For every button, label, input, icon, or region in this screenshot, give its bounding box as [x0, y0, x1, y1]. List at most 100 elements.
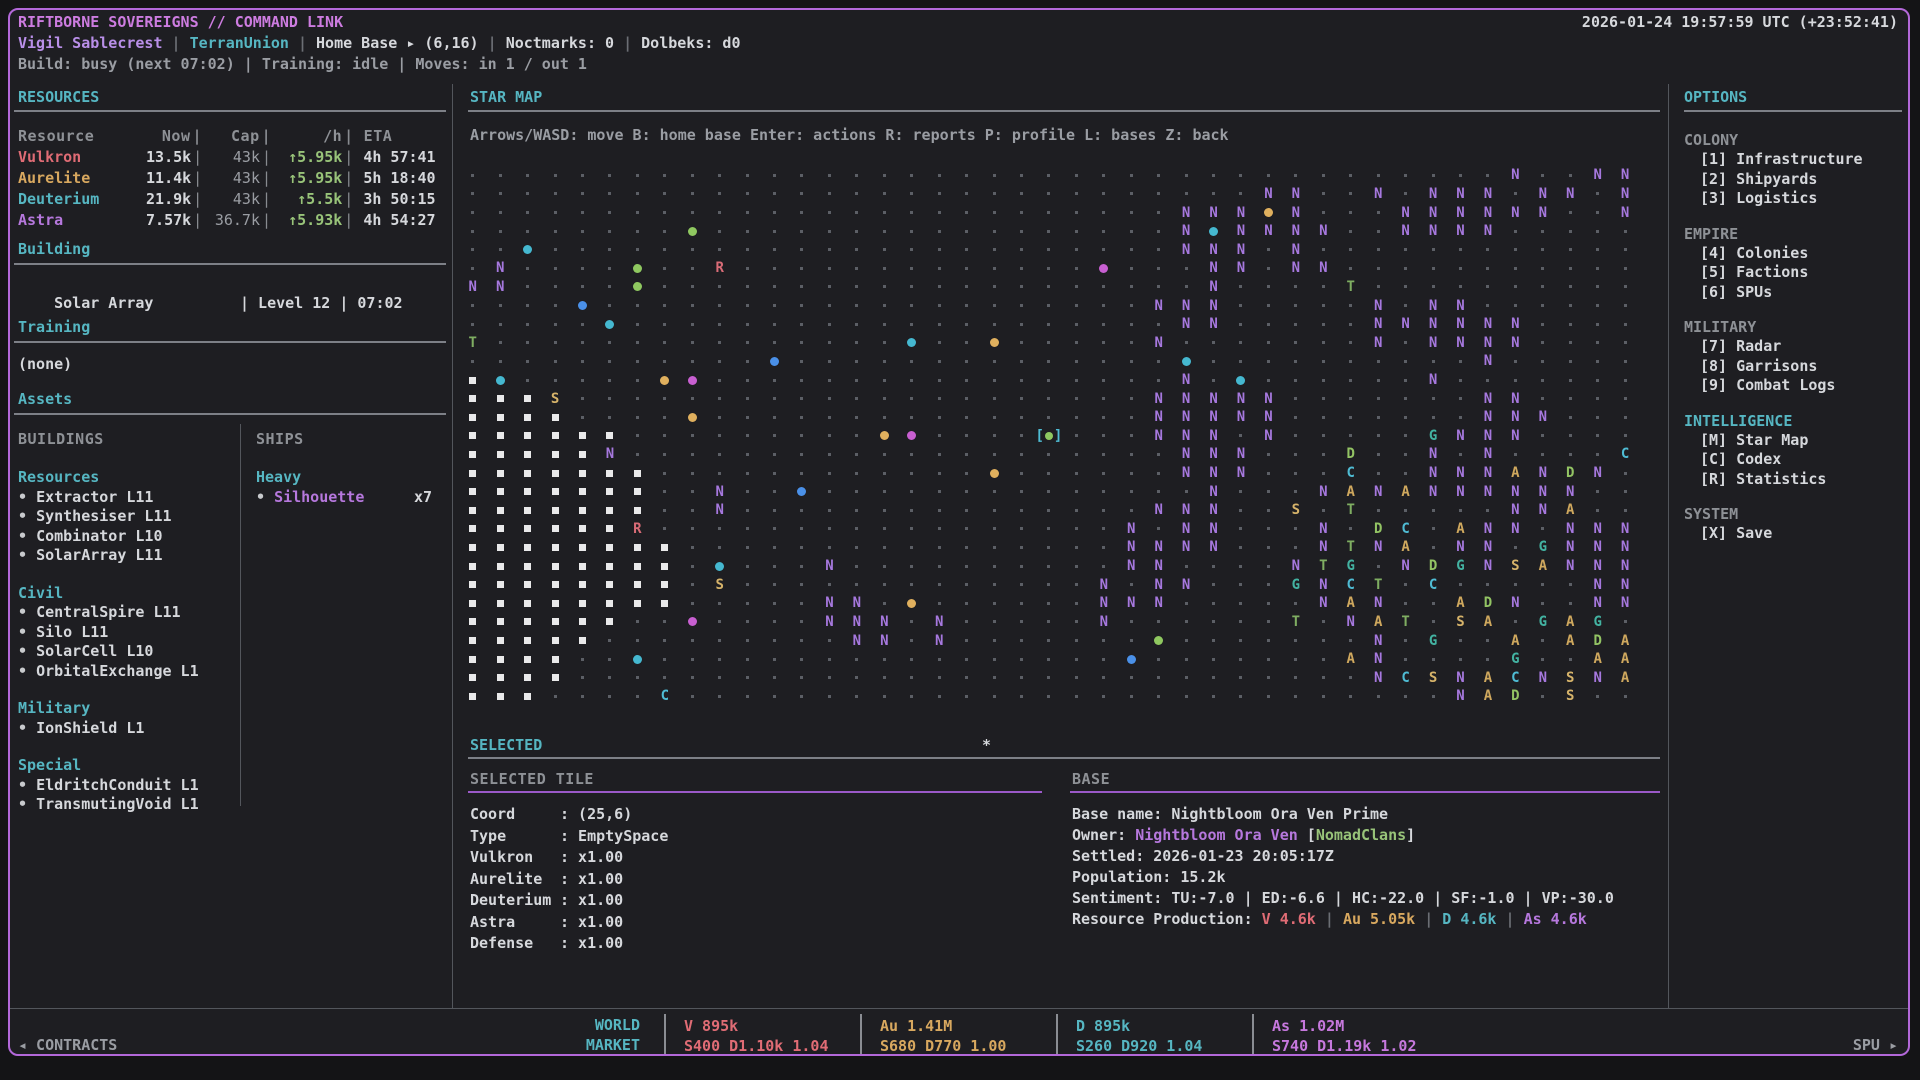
map-cell[interactable] [1255, 315, 1282, 334]
map-cell[interactable]: N [1172, 427, 1199, 446]
map-cell[interactable] [624, 222, 651, 241]
map-cell[interactable] [1227, 631, 1254, 650]
map-cell[interactable] [1392, 631, 1419, 650]
map-cell[interactable] [953, 427, 980, 446]
map-cell[interactable] [1611, 278, 1638, 297]
map-cell[interactable] [486, 668, 513, 687]
map-cell[interactable] [596, 668, 623, 687]
map-cell[interactable] [1282, 371, 1309, 390]
map-cell[interactable]: T [459, 333, 486, 352]
map-cell[interactable] [486, 185, 513, 204]
map-cell[interactable] [898, 594, 925, 613]
map-cell[interactable] [1447, 371, 1474, 390]
map-cell[interactable] [679, 408, 706, 427]
map-cell[interactable] [925, 445, 952, 464]
map-cell[interactable]: N [1529, 482, 1556, 501]
map-cell[interactable] [486, 389, 513, 408]
map-cell[interactable]: N [1200, 389, 1227, 408]
map-cell[interactable] [788, 557, 815, 576]
map-cell[interactable]: A [1502, 631, 1529, 650]
map-cell[interactable] [1392, 427, 1419, 446]
map-cell[interactable] [624, 613, 651, 632]
map-cell[interactable] [871, 427, 898, 446]
map-cell[interactable] [1227, 613, 1254, 632]
map-cell[interactable]: S [1557, 687, 1584, 706]
menu-item-garrisons[interactable]: [8] Garrisons [1684, 357, 1909, 377]
map-cell[interactable] [569, 445, 596, 464]
map-cell[interactable] [843, 352, 870, 371]
map-cell[interactable] [1008, 668, 1035, 687]
map-cell[interactable]: R [624, 520, 651, 539]
map-cell[interactable] [1145, 203, 1172, 222]
map-cell[interactable]: N [1145, 333, 1172, 352]
map-cell[interactable]: C [1419, 575, 1446, 594]
map-cell[interactable] [761, 389, 788, 408]
map-cell[interactable] [1584, 296, 1611, 315]
map-cell[interactable] [1392, 296, 1419, 315]
map-cell[interactable] [1008, 240, 1035, 259]
map-cell[interactable] [816, 482, 843, 501]
map-cell[interactable] [1200, 613, 1227, 632]
map-cell[interactable] [1227, 185, 1254, 204]
map-cell[interactable] [651, 203, 678, 222]
map-cell[interactable] [1474, 371, 1501, 390]
map-cell[interactable] [706, 389, 733, 408]
map-cell[interactable] [1255, 259, 1282, 278]
map-cell[interactable] [1557, 427, 1584, 446]
map-cell[interactable] [514, 315, 541, 334]
map-cell[interactable] [1529, 259, 1556, 278]
map-cell[interactable] [788, 278, 815, 297]
map-cell[interactable] [1337, 389, 1364, 408]
map-cell[interactable]: N [925, 613, 952, 632]
map-cell[interactable] [1145, 520, 1172, 539]
map-cell[interactable] [596, 427, 623, 446]
map-cell[interactable] [1008, 222, 1035, 241]
map-cell[interactable] [679, 427, 706, 446]
map-cell[interactable] [1090, 501, 1117, 520]
map-cell[interactable] [1310, 278, 1337, 297]
map-cell[interactable] [514, 482, 541, 501]
map-cell[interactable] [1611, 501, 1638, 520]
map-cell[interactable] [1502, 240, 1529, 259]
map-cell[interactable] [1145, 166, 1172, 185]
map-cell[interactable] [541, 408, 568, 427]
map-cell[interactable]: N [871, 631, 898, 650]
map-cell[interactable] [1255, 240, 1282, 259]
map-cell[interactable] [733, 687, 760, 706]
map-cell[interactable] [1282, 389, 1309, 408]
map-cell[interactable] [843, 520, 870, 539]
map-cell[interactable] [596, 389, 623, 408]
map-cell[interactable] [1502, 259, 1529, 278]
map-cell[interactable] [980, 240, 1007, 259]
map-cell[interactable] [706, 464, 733, 483]
map-cell[interactable] [679, 631, 706, 650]
map-cell[interactable] [925, 501, 952, 520]
map-cell[interactable] [953, 445, 980, 464]
map-cell[interactable] [843, 464, 870, 483]
map-cell[interactable]: N [1364, 668, 1391, 687]
map-cell[interactable] [816, 520, 843, 539]
map-cell[interactable]: N [1255, 427, 1282, 446]
map-cell[interactable]: N [1172, 315, 1199, 334]
map-cell[interactable] [1529, 594, 1556, 613]
map-cell[interactable] [816, 650, 843, 669]
map-cell[interactable] [1447, 631, 1474, 650]
map-cell[interactable] [1392, 594, 1419, 613]
map-cell[interactable] [651, 259, 678, 278]
map-cell[interactable] [1035, 408, 1062, 427]
map-cell[interactable] [871, 594, 898, 613]
map-cell[interactable] [1008, 464, 1035, 483]
map-cell[interactable] [486, 427, 513, 446]
map-cell[interactable] [1008, 687, 1035, 706]
map-cell[interactable] [1419, 352, 1446, 371]
map-cell[interactable] [541, 333, 568, 352]
map-cell[interactable] [679, 278, 706, 297]
map-cell[interactable] [1502, 575, 1529, 594]
map-cell[interactable]: N [1529, 464, 1556, 483]
map-cell[interactable] [1227, 296, 1254, 315]
map-cell[interactable] [679, 296, 706, 315]
map-cell[interactable]: N [1611, 520, 1638, 539]
map-cell[interactable]: N [706, 501, 733, 520]
map-cell[interactable] [925, 464, 952, 483]
map-cell[interactable] [733, 631, 760, 650]
